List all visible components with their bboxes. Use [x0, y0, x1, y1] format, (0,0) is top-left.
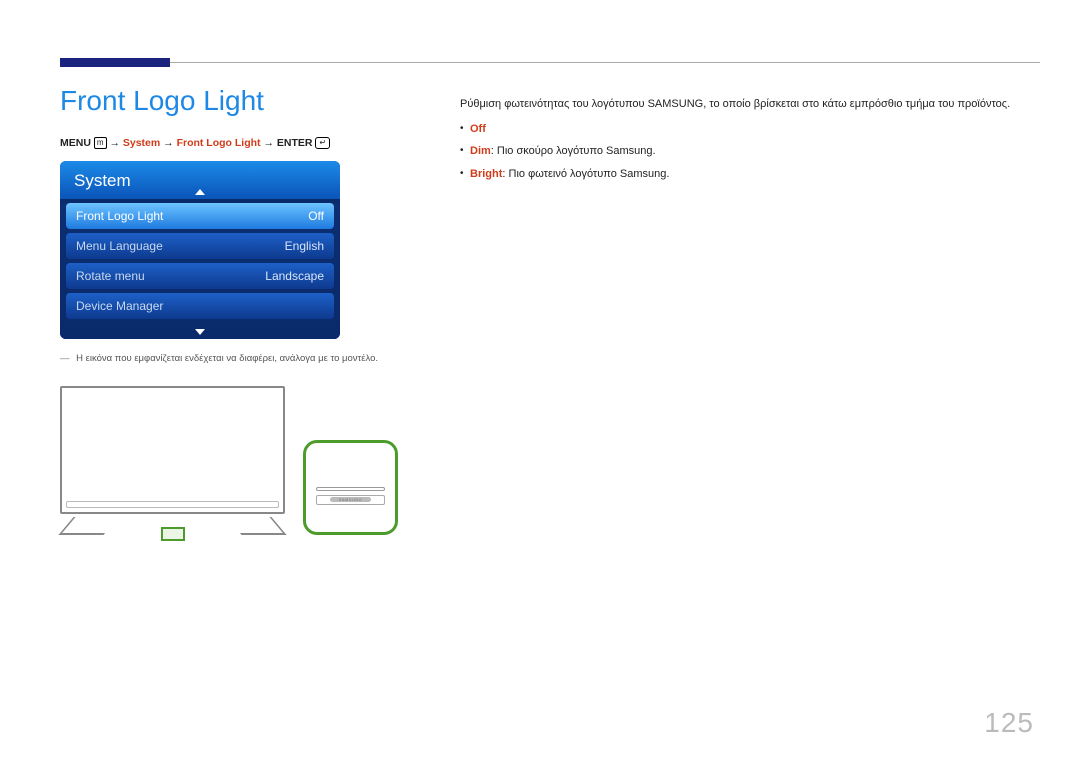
- osd-row-value: Off: [308, 209, 324, 223]
- option-bright-label: Bright: [470, 168, 502, 180]
- osd-row-menu-language[interactable]: Menu Language English: [66, 233, 334, 259]
- osd-row-label: Rotate menu: [76, 269, 145, 283]
- right-column: Ρύθμιση φωτεινότητας του λογότυπου SAMSU…: [460, 85, 1040, 535]
- arrow-icon: →: [109, 137, 120, 149]
- zoom-callout: SAMSUNG: [303, 440, 398, 535]
- path-enter: ENTER: [277, 137, 313, 149]
- highlight-box: [161, 527, 185, 541]
- page: Front Logo Light MENU m → System → Front…: [0, 0, 1080, 763]
- option-dim: Dim: Πιο σκούρο λογότυπο Samsung.: [460, 142, 1040, 161]
- osd-row-rotate-menu[interactable]: Rotate menu Landscape: [66, 263, 334, 289]
- path-seg-system: System: [123, 137, 160, 149]
- page-title: Front Logo Light: [60, 85, 410, 117]
- note-text: Η εικόνα που εμφανίζεται ενδέχεται να δι…: [76, 353, 378, 364]
- osd-row-value: English: [285, 239, 324, 253]
- tv-leg-left: [58, 517, 118, 535]
- osd-header: System: [60, 161, 340, 199]
- zoom-bar: [316, 487, 385, 491]
- osd-row-device-manager[interactable]: Device Manager: [66, 293, 334, 319]
- arrow-icon: →: [163, 137, 174, 149]
- option-off: Off: [460, 120, 1040, 139]
- intro-text: Ρύθμιση φωτεινότητας του λογότυπου SAMSU…: [460, 95, 1040, 114]
- tv-outline: [60, 386, 285, 535]
- scroll-down-icon[interactable]: [195, 329, 205, 335]
- scroll-up-icon[interactable]: [195, 189, 205, 195]
- option-bright-text: : Πιο φωτεινό λογότυπο Samsung.: [502, 168, 669, 180]
- osd-title: System: [74, 171, 131, 190]
- option-bright: Bright: Πιο φωτεινό λογότυπο Samsung.: [460, 165, 1040, 184]
- menu-path: MENU m → System → Front Logo Light → ENT…: [60, 137, 410, 149]
- osd-row-label: Device Manager: [76, 299, 163, 313]
- enter-icon: ↵: [315, 137, 330, 149]
- top-rule: [60, 62, 1040, 63]
- option-dim-text: : Πιο σκούρο λογότυπο Samsung.: [491, 145, 656, 157]
- tv-leg-right: [226, 517, 286, 535]
- tv-stand: [60, 513, 285, 535]
- path-seg-front-logo-light: Front Logo Light: [177, 137, 261, 149]
- left-column: Front Logo Light MENU m → System → Front…: [60, 85, 410, 535]
- tv-screen: [60, 386, 285, 514]
- path-menu: MENU: [60, 137, 91, 149]
- option-list: Off Dim: Πιο σκούρο λογότυπο Samsung. Br…: [460, 120, 1040, 184]
- osd-row-label: Front Logo Light: [76, 209, 163, 223]
- menu-icon: m: [94, 137, 107, 149]
- osd-menu: System Front Logo Light Off Menu Languag…: [60, 161, 340, 339]
- columns: Front Logo Light MENU m → System → Front…: [60, 85, 1040, 535]
- option-off-label: Off: [470, 123, 486, 135]
- osd-list: Front Logo Light Off Menu Language Engli…: [60, 203, 340, 327]
- illustration: SAMSUNG: [60, 386, 410, 535]
- page-number: 125: [984, 707, 1034, 739]
- model-note: ― Η εικόνα που εμφανίζεται ενδέχεται να …: [60, 353, 410, 364]
- option-dim-label: Dim: [470, 145, 491, 157]
- zoom-logo: SAMSUNG: [330, 497, 371, 502]
- tv-bezel: [66, 501, 279, 508]
- dash-icon: ―: [60, 353, 70, 364]
- arrow-icon: →: [263, 137, 274, 149]
- osd-footer: [60, 327, 340, 339]
- osd-row-value: Landscape: [265, 269, 324, 283]
- osd-row-front-logo-light[interactable]: Front Logo Light Off: [66, 203, 334, 229]
- osd-row-label: Menu Language: [76, 239, 163, 253]
